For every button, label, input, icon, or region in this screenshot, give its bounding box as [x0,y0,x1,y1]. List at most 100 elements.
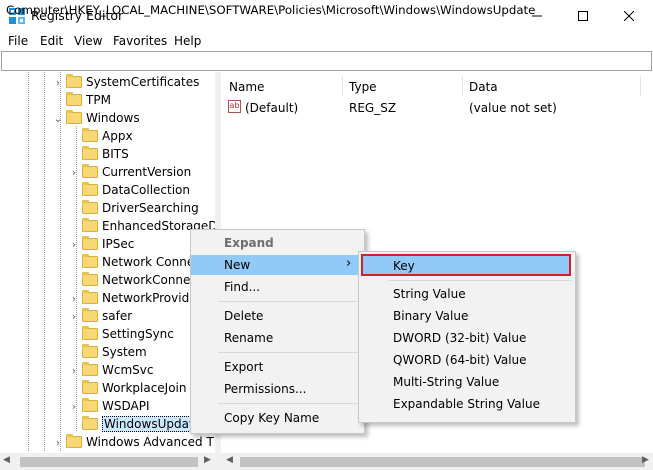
expand-chevron-icon[interactable]: › [52,73,64,91]
menu-item-copy-key-name[interactable]: Copy Key Name [224,411,319,425]
string-value-icon: ab [228,100,241,113]
tree-item[interactable]: IPSec [82,235,134,253]
tree-item[interactable]: WSDAPI [82,397,150,415]
tree-item[interactable]: WorkplaceJoin [82,379,187,397]
tree-item-label: SystemCertificates [86,75,200,89]
expand-chevron-icon[interactable]: › [68,307,80,325]
expand-chevron-icon[interactable]: › [68,163,80,181]
maximize-button[interactable] [560,0,606,31]
tree-item-label: NetworkConnect [102,273,202,287]
column-header-name[interactable]: Name [229,80,264,94]
menu-item-delete[interactable]: Delete [224,309,263,323]
expand-chevron-icon[interactable]: › [52,433,64,451]
tree-item-label: Windows [86,111,140,125]
tree-item[interactable]: Appx [82,127,133,145]
folder-icon [82,416,98,430]
menu-separator [218,403,361,404]
submenu-item-expandable-string-value[interactable]: Expandable String Value [393,397,540,411]
tree-item-label: DriverSearching [102,201,199,215]
address-bar[interactable] [1,51,652,71]
expand-chevron-icon[interactable]: › [68,289,80,307]
menu-separator [218,352,361,353]
menu-item-permissions[interactable]: Permissions... [224,382,306,396]
menu-file[interactable]: File [8,34,28,48]
menu-favorites[interactable]: Favorites [113,34,167,48]
collapse-chevron-icon[interactable]: ⌄ [52,109,64,127]
tree-item[interactable]: WcmSvc [82,361,153,379]
folder-icon [82,236,98,250]
submenu-item-binary-value[interactable]: Binary Value [393,309,468,323]
column-divider[interactable] [640,76,641,96]
folder-icon [82,182,98,196]
menu-item-export[interactable]: Export [224,360,263,374]
submenu-item-dword-value[interactable]: DWORD (32-bit) Value [393,331,526,345]
menu-item-rename[interactable]: Rename [224,331,273,345]
tree-item[interactable]: NetworkConnect [82,271,202,289]
value-name[interactable]: (Default) [245,101,298,115]
submenu-item-key[interactable]: Key [393,259,415,273]
menu-separator [218,301,361,302]
list-header [221,76,653,96]
folder-icon [82,362,98,376]
expand-chevron-icon[interactable]: › [68,397,80,415]
expand-chevron-icon[interactable]: › [68,235,80,253]
folder-icon [82,344,98,358]
value-data: (value not set) [469,101,557,115]
menu-separator [388,280,572,281]
tree-pane[interactable]: › SystemCertificates TPM ⌄ Windows Appx BITS › C… [0,72,215,452]
folder-icon [82,218,98,232]
tree-item[interactable]: DriverSearching [82,199,199,217]
folder-icon [82,200,98,214]
scroll-right-arrow-icon[interactable]: ▶ [642,455,649,465]
tree-item[interactable]: Windows [66,109,140,127]
scroll-right-arrow-icon[interactable]: ▶ [204,455,211,465]
tree-item[interactable]: SystemCertificates [66,73,199,91]
menu-edit[interactable]: Edit [40,34,63,48]
menu-help[interactable]: Help [174,34,201,48]
tree-item[interactable]: Network Connec [82,253,201,271]
tree-item[interactable]: NetworkProvider [82,289,202,307]
scroll-left-arrow-icon[interactable]: ◀ [226,455,233,465]
column-header-data[interactable]: Data [469,80,498,94]
tree-item[interactable]: DataCollection [82,181,190,199]
scroll-left-arrow-icon[interactable]: ◀ [3,455,10,465]
menu-item-expand[interactable]: Expand [224,236,274,250]
column-divider[interactable] [462,76,463,96]
tree-item-label: TPM [86,93,111,107]
tree-item[interactable]: System [82,343,147,361]
column-header-type[interactable]: Type [349,80,377,94]
tree-item[interactable]: SettingSync [82,325,174,343]
folder-icon [66,74,82,88]
tree-item[interactable]: BITS [82,145,129,163]
tree-item-label: Appx [102,129,133,143]
folder-icon [66,110,82,124]
tree-item-label: SettingSync [102,327,174,341]
tree-item-label: Windows Advanced T [86,435,214,449]
submenu-item-qword-value[interactable]: QWORD (64-bit) Value [393,353,527,367]
close-button[interactable] [606,0,652,31]
submenu-item-multi-string-value[interactable]: Multi-String Value [393,375,499,389]
list-scroll-thumb[interactable] [240,457,645,467]
tree-item[interactable]: WindowsUpdate [82,415,204,433]
submenu-item-string-value[interactable]: String Value [393,287,466,301]
tree-item[interactable]: CurrentVersion [82,163,191,181]
tree-item-label: safer [102,309,133,323]
folder-icon [66,92,82,106]
tree-item-label: WindowsUpdate [102,416,204,432]
folder-icon [82,272,98,286]
menu-item-find[interactable]: Find... [224,280,260,294]
folder-icon [66,434,82,448]
tree-item[interactable]: TPM [66,91,111,109]
menu-view[interactable]: View [74,34,102,48]
expand-chevron-icon[interactable]: › [68,361,80,379]
tree-item[interactable]: Windows Advanced T [66,433,214,451]
tree-item[interactable]: safer [82,307,132,325]
column-divider[interactable] [342,76,343,96]
tree-item-label: NetworkProvider [102,291,202,305]
menu-item-new[interactable]: New [224,258,250,272]
tree-scroll-thumb[interactable] [20,457,198,467]
tree-item-label: CurrentVersion [102,165,192,179]
address-path[interactable]: Computer\HKEY_LOCAL_MACHINE\SOFTWARE\Pol… [6,3,535,17]
folder-icon [82,254,98,268]
value-type: REG_SZ [349,101,397,115]
